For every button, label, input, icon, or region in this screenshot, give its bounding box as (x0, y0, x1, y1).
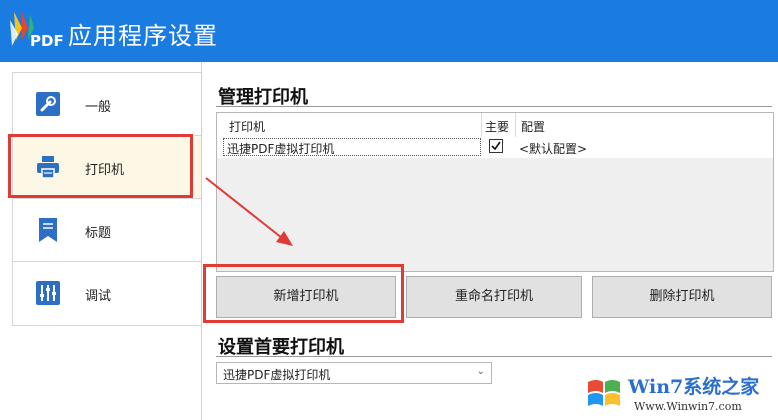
column-separator (481, 113, 482, 137)
heading-rule (216, 106, 772, 107)
check-icon (491, 141, 501, 151)
divider (201, 62, 202, 420)
logo-text: PDF (30, 32, 64, 50)
sidebar-item-debug[interactable]: 调试 (13, 262, 201, 324)
sidebar-item-label: 标题 (85, 226, 112, 241)
watermark: Win7系统之家 Www.Winwin7.com (584, 370, 774, 418)
primary-checkbox[interactable] (489, 139, 503, 153)
chevron-down-icon: ⌄ (476, 366, 485, 377)
column-header-config[interactable]: 配置 (521, 118, 545, 135)
config-cell: <默认配置> (519, 142, 588, 156)
rename-printer-button[interactable]: 重命名打印机 (406, 276, 582, 318)
title-bar: PDF 应用程序设置 (0, 0, 778, 62)
windows-logo-icon (588, 380, 620, 406)
printer-name-cell: 迅捷PDF虚拟打印机 (227, 142, 335, 156)
watermark-brand: Win7系统之家 (628, 376, 760, 398)
selected-printer: 迅捷PDF虚拟打印机 (223, 368, 331, 382)
watermark-url: Www.Winwin7.com (634, 400, 742, 413)
sidebar-item-label: 调试 (85, 289, 112, 304)
primary-printer-select[interactable]: 迅捷PDF虚拟打印机 ⌄ (216, 362, 492, 384)
sliders-icon (35, 280, 61, 306)
sidebar-item-title[interactable]: 标题 (13, 199, 201, 262)
heading-rule (216, 356, 772, 357)
app-logo: PDF (8, 10, 64, 54)
highlight-box-add-button (203, 264, 404, 323)
column-header-printer[interactable]: 打印机 (229, 118, 265, 135)
table-header: 打印机 主要 配置 (217, 113, 773, 138)
sidebar: 一般 打印机 标题 调试 (12, 72, 202, 326)
wrench-icon (35, 91, 61, 117)
delete-printer-button[interactable]: 删除打印机 (592, 276, 772, 318)
printer-table: 打印机 主要 配置 迅捷PDF虚拟打印机 <默认配置> (216, 112, 774, 272)
column-separator (515, 113, 516, 137)
column-header-primary[interactable]: 主要 (485, 118, 509, 135)
sidebar-item-general[interactable]: 一般 (13, 73, 201, 136)
table-row[interactable]: 迅捷PDF虚拟打印机 <默认配置> (217, 137, 773, 158)
highlight-box-printer (8, 134, 193, 198)
bookmark-icon (35, 217, 61, 243)
sidebar-item-label: 一般 (85, 100, 112, 115)
window-title: 应用程序设置 (68, 22, 218, 50)
